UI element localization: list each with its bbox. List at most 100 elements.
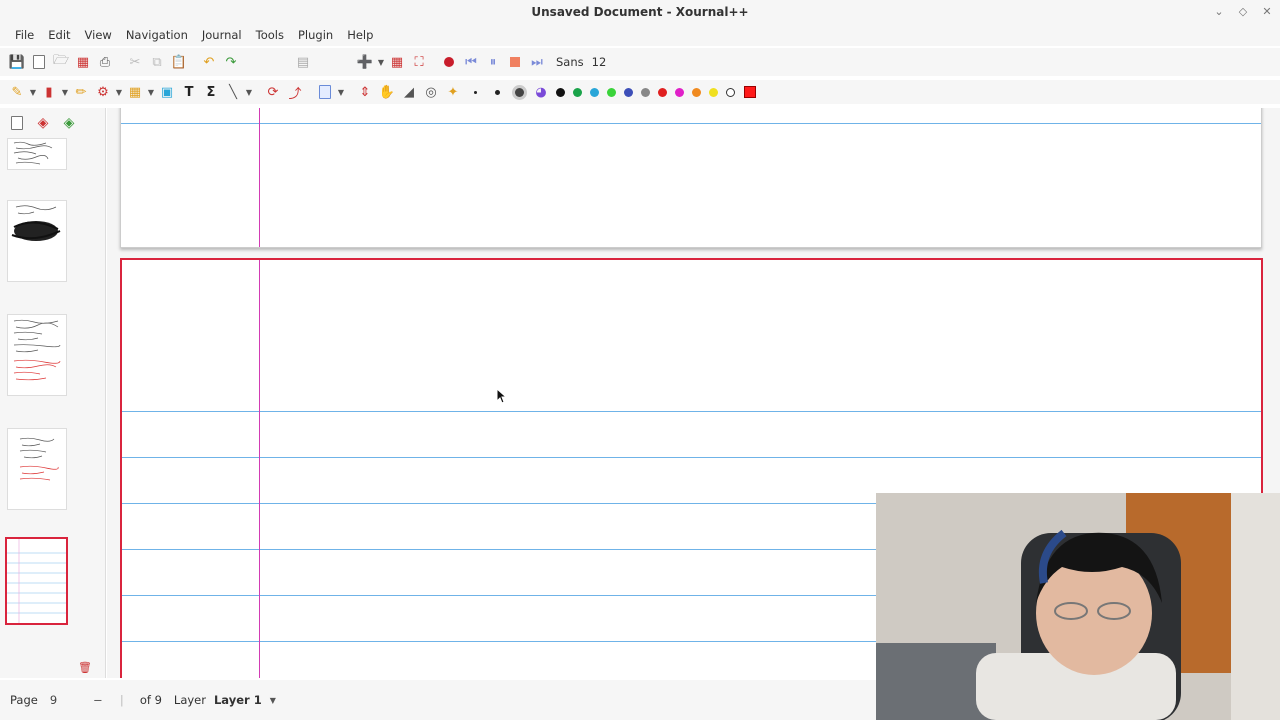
margin-line — [259, 260, 260, 678]
insert-page-dropdown-icon[interactable]: ▼ — [376, 58, 386, 67]
menu-journal[interactable]: Journal — [195, 28, 249, 42]
compass-icon[interactable]: ◎ — [420, 81, 442, 103]
shape-recognizer-icon[interactable]: ⚙ — [92, 81, 114, 103]
select-icon[interactable]: ▦ — [124, 81, 146, 103]
main-toolbar: 💾 🗁 ▦ ⎙ ✂ ⧉ 📋 ↶ ↷ ▤ ➕ ▼ ▦ ⛶ ⏮ ⏸ ⏭ Sans 1… — [0, 48, 1280, 76]
hand-icon[interactable]: ✋ — [376, 81, 398, 103]
open-folder-icon[interactable]: 🗁 — [50, 51, 72, 73]
rectangle-dropdown-icon[interactable]: ▼ — [336, 88, 346, 97]
pen-icon[interactable]: ✎ — [6, 81, 28, 103]
layer-label: Layer — [173, 693, 206, 707]
color-swatch[interactable] — [569, 81, 586, 103]
menu-navigation[interactable]: Navigation — [119, 28, 195, 42]
line-tool-icon[interactable]: ╲ — [222, 81, 244, 103]
color-swatch[interactable] — [671, 81, 688, 103]
menu-help[interactable]: Help — [340, 28, 380, 42]
thick-stroke-icon[interactable] — [508, 81, 530, 103]
layer-dropdown-icon[interactable]: ▼ — [270, 696, 276, 705]
delete-page-icon[interactable]: ▦ — [386, 51, 408, 73]
webcam-overlay — [876, 493, 1280, 720]
shape-dropdown-icon[interactable]: ▼ — [114, 88, 124, 97]
color-swatch[interactable] — [603, 81, 620, 103]
color-swatch[interactable] — [705, 81, 722, 103]
close-icon[interactable]: ✕ — [1260, 4, 1274, 18]
menu-plugin[interactable]: Plugin — [291, 28, 340, 42]
print-icon[interactable]: ⎙ — [94, 51, 116, 73]
tools-toolbar: ✎ ▼ ▮ ▼ ✏ ⚙ ▼ ▦ ▼ ▣ T Σ ╲ ▼ ⟳ ⤴ ▼ ⇕ ✋ ◢ … — [0, 80, 1280, 104]
save-icon[interactable]: 💾 — [6, 51, 28, 73]
medium-stroke-icon[interactable] — [486, 81, 508, 103]
layer-select[interactable]: Layer 1 — [214, 693, 262, 707]
fill-icon[interactable]: ✦ — [442, 81, 464, 103]
layer-tab-alt-icon[interactable]: ◈ — [60, 114, 78, 132]
next-icon[interactable]: ⏭ — [526, 51, 548, 73]
page-previous[interactable] — [120, 108, 1262, 248]
color-swatch[interactable] — [586, 81, 603, 103]
image-icon[interactable]: ▣ — [156, 81, 178, 103]
color-swatch[interactable] — [722, 81, 739, 103]
page-number-input[interactable]: 9 — [46, 689, 86, 711]
restore-icon[interactable]: ◇ — [1236, 4, 1250, 18]
menu-view[interactable]: View — [78, 28, 119, 42]
ruled-line — [121, 123, 1261, 124]
pen-dropdown-icon[interactable]: ▼ — [28, 88, 38, 97]
page-thumbnail[interactable] — [7, 428, 67, 510]
page-thumbnail[interactable] — [7, 200, 67, 282]
page-decrement-button[interactable]: − — [86, 693, 110, 707]
highlighter-icon[interactable]: ✏ — [70, 81, 92, 103]
menu-bar: File Edit View Navigation Journal Tools … — [0, 24, 1280, 46]
font-size[interactable]: 12 — [592, 55, 607, 69]
paste-icon[interactable]: 📋 — [168, 51, 190, 73]
page-preview-sidebar: ◈ ◈ 🗑 — [0, 108, 106, 678]
title-bar: Unsaved Document - Xournal++ ⌄ ◇ ✕ — [0, 0, 1280, 24]
export-pdf-icon[interactable]: ▦ — [72, 51, 94, 73]
line-dropdown-icon[interactable]: ▼ — [244, 88, 254, 97]
vertical-space-icon[interactable]: ⇕ — [354, 81, 376, 103]
color-swatch[interactable] — [620, 81, 637, 103]
page-thumbnail[interactable] — [7, 314, 67, 396]
layer-tab-icon[interactable]: ◈ — [34, 114, 52, 132]
redo-icon[interactable]: ↷ — [220, 51, 242, 73]
new-document-icon[interactable] — [28, 51, 50, 73]
font-name[interactable]: Sans — [556, 55, 584, 69]
color-swatch[interactable] — [688, 81, 705, 103]
menu-edit[interactable]: Edit — [41, 28, 77, 42]
color-picker-icon[interactable]: ◕ — [530, 81, 552, 103]
fullscreen-icon[interactable]: ⛶ — [408, 51, 430, 73]
grid-snap-icon[interactable]: ⤴ — [284, 81, 306, 103]
math-tex-icon[interactable]: Σ — [200, 81, 222, 103]
eraser-icon[interactable]: ▮ — [38, 81, 60, 103]
ruled-line — [122, 457, 1261, 458]
rotate-snap-icon[interactable]: ⟳ — [262, 81, 284, 103]
previous-icon[interactable]: ⏮ — [460, 51, 482, 73]
page-label: Page — [10, 693, 38, 707]
text-icon[interactable]: T — [178, 81, 200, 103]
active-color-swatch[interactable] — [739, 81, 761, 103]
thin-stroke-icon[interactable] — [464, 81, 486, 103]
goto-page-icon[interactable]: ▤ — [292, 51, 314, 73]
eraser-dropdown-icon[interactable]: ▼ — [60, 88, 70, 97]
menu-file[interactable]: File — [8, 28, 41, 42]
color-swatch[interactable] — [654, 81, 671, 103]
stop-icon[interactable] — [504, 51, 526, 73]
select-dropdown-icon[interactable]: ▼ — [146, 88, 156, 97]
menu-tools[interactable]: Tools — [249, 28, 291, 42]
color-swatch[interactable] — [637, 81, 654, 103]
page-preview-tab-icon[interactable] — [8, 114, 26, 132]
rectangle-select-icon[interactable] — [314, 81, 336, 103]
insert-page-icon[interactable]: ➕ — [354, 51, 376, 73]
delete-page-sidebar-icon[interactable]: 🗑 — [78, 661, 92, 674]
copy-icon[interactable]: ⧉ — [146, 51, 168, 73]
page-thumbnail[interactable] — [7, 138, 67, 170]
page-increment-button[interactable]: | — [110, 693, 134, 707]
color-swatch[interactable] — [552, 81, 569, 103]
undo-icon[interactable]: ↶ — [198, 51, 220, 73]
margin-line — [259, 108, 260, 247]
record-icon[interactable] — [438, 51, 460, 73]
pause-icon[interactable]: ⏸ — [482, 51, 504, 73]
minimize-icon[interactable]: ⌄ — [1212, 4, 1226, 18]
cut-icon[interactable]: ✂ — [124, 51, 146, 73]
page-thumbnail-active[interactable] — [5, 537, 68, 625]
sidebar-actions: 🗑 — [0, 656, 105, 678]
setsquare-icon[interactable]: ◢ — [398, 81, 420, 103]
